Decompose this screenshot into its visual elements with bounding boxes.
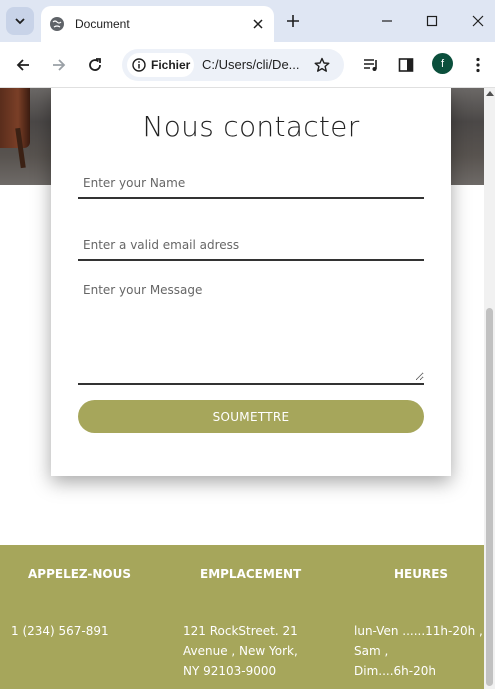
forward-button[interactable] bbox=[47, 53, 71, 77]
close-tab-icon[interactable] bbox=[250, 16, 266, 32]
scroll-up-arrow-icon[interactable] bbox=[486, 91, 494, 96]
profile-avatar[interactable]: f bbox=[432, 53, 453, 74]
footer-address-line: Avenue , New York, bbox=[183, 644, 298, 658]
tab-title: Document bbox=[75, 17, 130, 31]
media-control-button[interactable] bbox=[360, 53, 384, 77]
chair-image bbox=[0, 88, 30, 148]
footer-hours-line: lun-Ven ......11h-20h , bbox=[354, 624, 483, 638]
email-input[interactable] bbox=[78, 238, 424, 252]
page-viewport: Nous contacter SOUMETTRE APPELEZ-NOUS EM… bbox=[0, 88, 484, 689]
form-title: Nous contacter bbox=[142, 110, 360, 143]
maximize-icon bbox=[426, 15, 438, 27]
star-icon bbox=[314, 57, 330, 72]
reload-icon bbox=[89, 58, 101, 71]
back-button[interactable] bbox=[11, 53, 35, 77]
browser-toolbar: Fichier C:/Users/cli/De... bbox=[0, 42, 495, 88]
footer-hours: lun-Ven ......11h-20h , Sam , Dim....6h-… bbox=[354, 621, 483, 681]
menu-button[interactable] bbox=[466, 53, 490, 77]
info-icon bbox=[132, 58, 146, 72]
arrow-right-icon bbox=[53, 59, 66, 71]
footer: APPELEZ-NOUS EMPLACEMENT HEURES 1 (234) … bbox=[0, 545, 484, 689]
side-panel-icon bbox=[398, 58, 414, 72]
footer-hours-line: Sam , bbox=[354, 644, 389, 658]
close-icon bbox=[472, 15, 484, 27]
footer-phone: 1 (234) 567-891 bbox=[11, 621, 109, 641]
arrow-left-icon bbox=[16, 59, 29, 71]
footer-hours-line: Dim....6h-20h bbox=[354, 664, 436, 678]
scrollbar-thumb[interactable] bbox=[486, 308, 493, 686]
name-field-wrapper bbox=[78, 172, 424, 199]
footer-phone-line: 1 (234) 567-891 bbox=[11, 624, 109, 638]
footer-heading-hours: HEURES bbox=[394, 567, 449, 581]
message-textarea[interactable] bbox=[78, 281, 424, 381]
tab-search-button[interactable] bbox=[6, 7, 34, 35]
playlist-icon bbox=[364, 59, 377, 71]
site-info-chip[interactable]: Fichier bbox=[127, 53, 194, 77]
maximize-button[interactable] bbox=[421, 10, 443, 32]
minimize-button[interactable] bbox=[376, 10, 398, 32]
footer-heading-call: APPELEZ-NOUS bbox=[28, 567, 132, 581]
address-bar[interactable]: Fichier C:/Users/cli/De... bbox=[122, 49, 344, 81]
page-scrollbar[interactable] bbox=[484, 88, 495, 689]
new-tab-button[interactable] bbox=[283, 11, 303, 31]
submit-button[interactable]: SOUMETTRE bbox=[78, 400, 424, 433]
name-input[interactable] bbox=[78, 176, 424, 190]
reload-button[interactable] bbox=[83, 53, 107, 77]
close-window-button[interactable] bbox=[467, 10, 489, 32]
bookmark-button[interactable] bbox=[311, 54, 333, 76]
footer-address: 121 RockStreet. 21 Avenue , New York, NY… bbox=[183, 621, 298, 681]
contact-form-card: Nous contacter SOUMETTRE bbox=[51, 88, 451, 476]
browser-tab[interactable]: Document bbox=[41, 6, 274, 42]
footer-address-line: 121 RockStreet. 21 bbox=[183, 624, 298, 638]
message-field-wrapper bbox=[78, 281, 424, 385]
tab-bar: Document bbox=[0, 0, 495, 42]
globe-icon bbox=[49, 16, 65, 32]
side-panel-button[interactable] bbox=[394, 53, 418, 77]
chevron-down-icon bbox=[15, 18, 25, 25]
site-info-label: Fichier bbox=[151, 58, 191, 72]
minimize-icon bbox=[382, 20, 392, 22]
footer-heading-location: EMPLACEMENT bbox=[200, 567, 302, 581]
url-text[interactable]: C:/Users/cli/De... bbox=[202, 57, 300, 72]
email-field-wrapper bbox=[78, 234, 424, 261]
more-vertical-icon bbox=[476, 57, 480, 73]
footer-address-line: NY 92103-9000 bbox=[183, 664, 277, 678]
plus-icon bbox=[287, 15, 299, 27]
